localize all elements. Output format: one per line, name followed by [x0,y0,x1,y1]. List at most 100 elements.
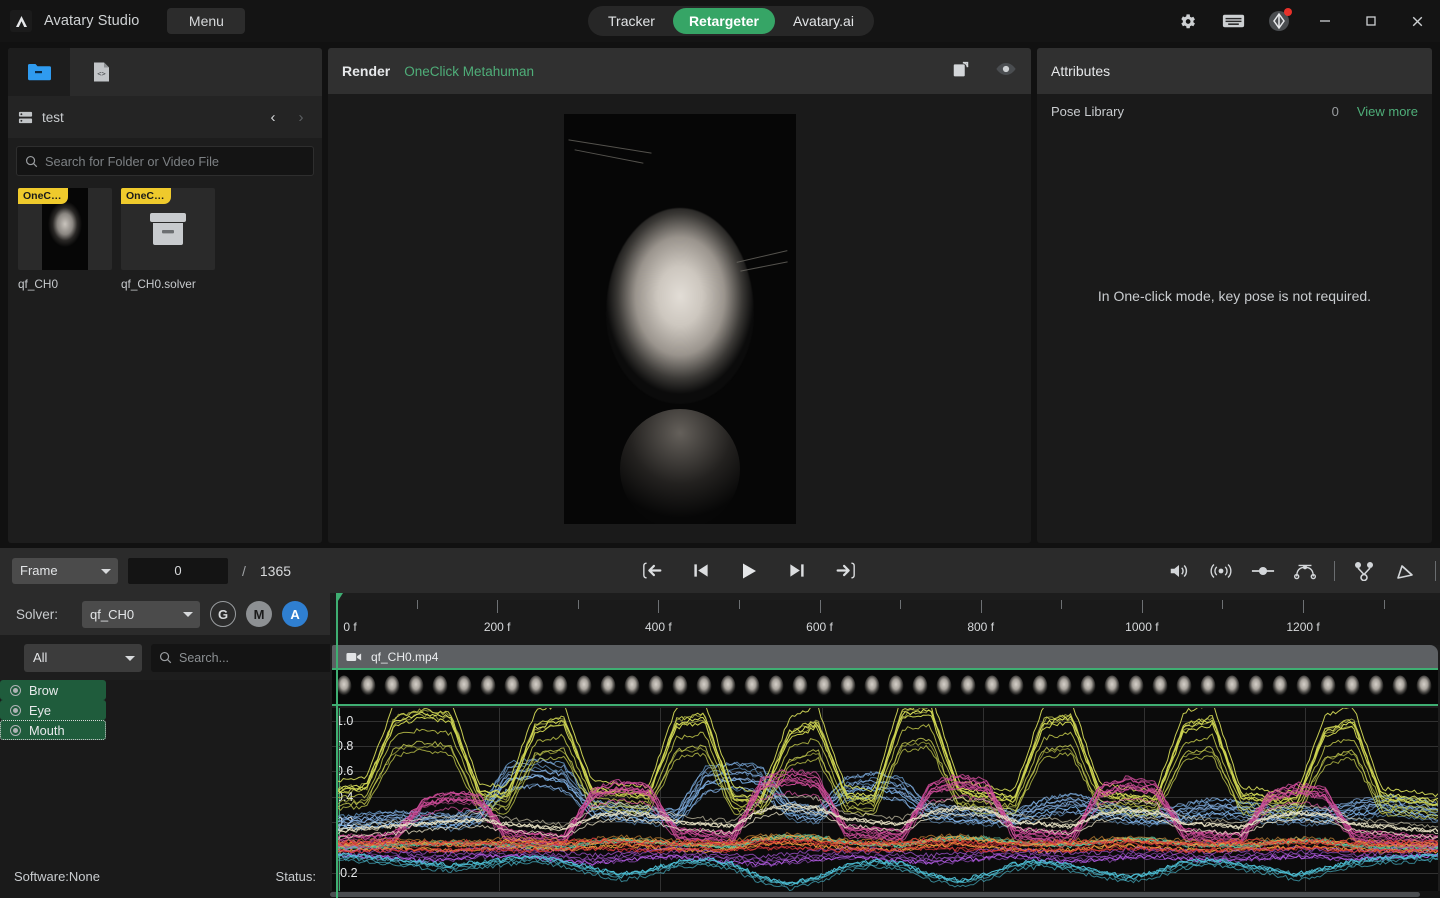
filmstrip-frame [1028,670,1052,704]
filmstrip-frame [644,670,668,704]
previous-keyframe-icon[interactable] [688,558,714,584]
attributes-title: Attributes [1051,63,1111,79]
archive-box-icon [150,213,186,245]
keyframe-icon[interactable] [1250,558,1276,584]
filmstrip-frame [1388,670,1412,704]
tab-avatary-ai[interactable]: Avatary.ai [777,8,870,34]
timeline-filmstrip[interactable] [332,668,1438,706]
jump-to-end-icon[interactable] [832,558,858,584]
file-search-box[interactable] [16,146,314,176]
video-face [605,208,754,405]
scrollbar-thumb[interactable] [330,892,1420,897]
menu-button[interactable]: Menu [167,8,246,34]
file-badge: OneC… [121,188,171,204]
pen-edit-icon[interactable] [1393,558,1419,584]
close-icon[interactable] [1394,0,1440,42]
render-video-frame [563,113,796,524]
curve-filter-bar: AllBrowEyeMouth [0,635,348,680]
curve-list-item-brow[interactable]: Brow [0,680,106,700]
filmstrip-frame [1364,670,1388,704]
play-icon[interactable] [736,558,762,584]
filmstrip-frame [788,670,812,704]
main-tab-group: Tracker Retargeter Avatary.ai [588,6,874,36]
tab-code-browser[interactable]: <> [70,48,132,96]
visibility-toggle-icon[interactable] [10,724,21,736]
filmstrip-frame [812,670,836,704]
notification-badge-dot [1284,8,1292,16]
ruler-tick-label: 1000 f [1125,620,1159,634]
visibility-toggle-icon[interactable] [10,684,21,696]
solver-bar: Solver: qf_CH0 G M A [0,593,330,635]
ruler-minor-tick [577,600,579,609]
breadcrumb-nav: ‹ › [262,106,312,128]
filmstrip-frame [476,670,500,704]
curve-list-item-mouth[interactable]: Mouth [0,720,106,740]
pose-library-row[interactable]: Pose Library 0 View more [1037,94,1432,128]
curve-list-item-label: Brow [29,682,59,698]
maximize-icon[interactable] [1348,0,1394,42]
eye-visibility-icon[interactable] [995,61,1017,82]
frame-mode-select[interactable]: FrameTimeSeconds [12,557,118,584]
timeline-clip-row[interactable]: qf_CH0.mp4 [332,645,1438,668]
ruler-minor-tick [900,600,902,609]
curve-search-input[interactable] [179,650,340,665]
file-badge: OneC… [18,188,68,204]
tab-tracker[interactable]: Tracker [592,8,671,34]
filmstrip-frame [1076,670,1100,704]
video-streak [574,148,643,164]
timeline-horizontal-scrollbar[interactable] [330,891,1440,898]
visibility-toggle-icon[interactable] [10,704,21,716]
audio-waveform-icon[interactable] [1208,558,1234,584]
mesh-button[interactable]: M [246,601,273,627]
filmstrip-frame [452,670,476,704]
curve-filter-select[interactable]: AllBrowEyeMouth [24,643,142,672]
filmstrip-frame [356,670,380,704]
global-button[interactable]: G [210,601,237,627]
nav-back-icon[interactable]: ‹ [262,106,284,128]
timeline-ruler[interactable]: 0 f 200 f 400 f 600 f 800 f 1000 f 1200 f [330,600,1440,645]
render-subtitle: OneClick Metahuman [404,63,535,79]
filmstrip-frame [932,670,956,704]
svg-text:<>: <> [97,70,105,78]
file-search-wrap [8,138,322,182]
filmstrip-frame [572,670,596,704]
avatary-notification-icon[interactable] [1256,0,1302,42]
graph-editor-icon[interactable] [1351,558,1377,584]
render-viewport[interactable] [328,94,1031,543]
filmstrip-frame [1220,670,1244,704]
next-keyframe-icon[interactable] [784,558,810,584]
curve-filter-wrap: AllBrowEyeMouth [24,643,142,672]
all-button[interactable]: A [282,601,309,627]
duplicate-window-icon[interactable] [951,58,973,85]
speaker-volume-icon[interactable] [1166,558,1192,584]
video-streak [736,249,787,263]
minimize-icon[interactable] [1302,0,1348,42]
keyboard-icon[interactable] [1210,0,1256,42]
filmstrip-frame [764,670,788,704]
curve-search-box[interactable] [151,643,348,672]
current-frame-input[interactable] [128,557,228,584]
file-item-video[interactable]: OneC… qf_CH0 [18,188,112,291]
curve-editor-icon[interactable] [1292,558,1318,584]
nav-forward-icon[interactable]: › [290,106,312,128]
curve-graph[interactable]: 1.0 0.8 0.6 0.4 0.2 -0.2 [332,708,1438,898]
jump-to-start-icon[interactable] [640,558,666,584]
tab-folder-browser[interactable] [8,48,70,96]
view-more-link[interactable]: View more [1357,104,1418,119]
pose-library-label: Pose Library [1051,103,1124,119]
solver-select[interactable]: qf_CH0 [82,600,201,628]
file-name: qf_CH0 [18,277,58,291]
tab-retargeter[interactable]: Retargeter [672,8,775,34]
filmstrip-frame [596,670,620,704]
gear-icon[interactable] [1164,0,1210,42]
filmstrip-frame [716,670,740,704]
file-item-solver[interactable]: OneC… qf_CH0.solver [121,188,215,291]
file-search-input[interactable] [45,153,305,169]
render-panel-header: Render OneClick Metahuman [328,48,1031,94]
curve-list-item-eye[interactable]: Eye [0,700,106,720]
search-icon [25,155,38,167]
filmstrip-frame [860,670,884,704]
filmstrip-frame [428,670,452,704]
filmstrip-frame [404,670,428,704]
filmstrip-frame [884,670,908,704]
